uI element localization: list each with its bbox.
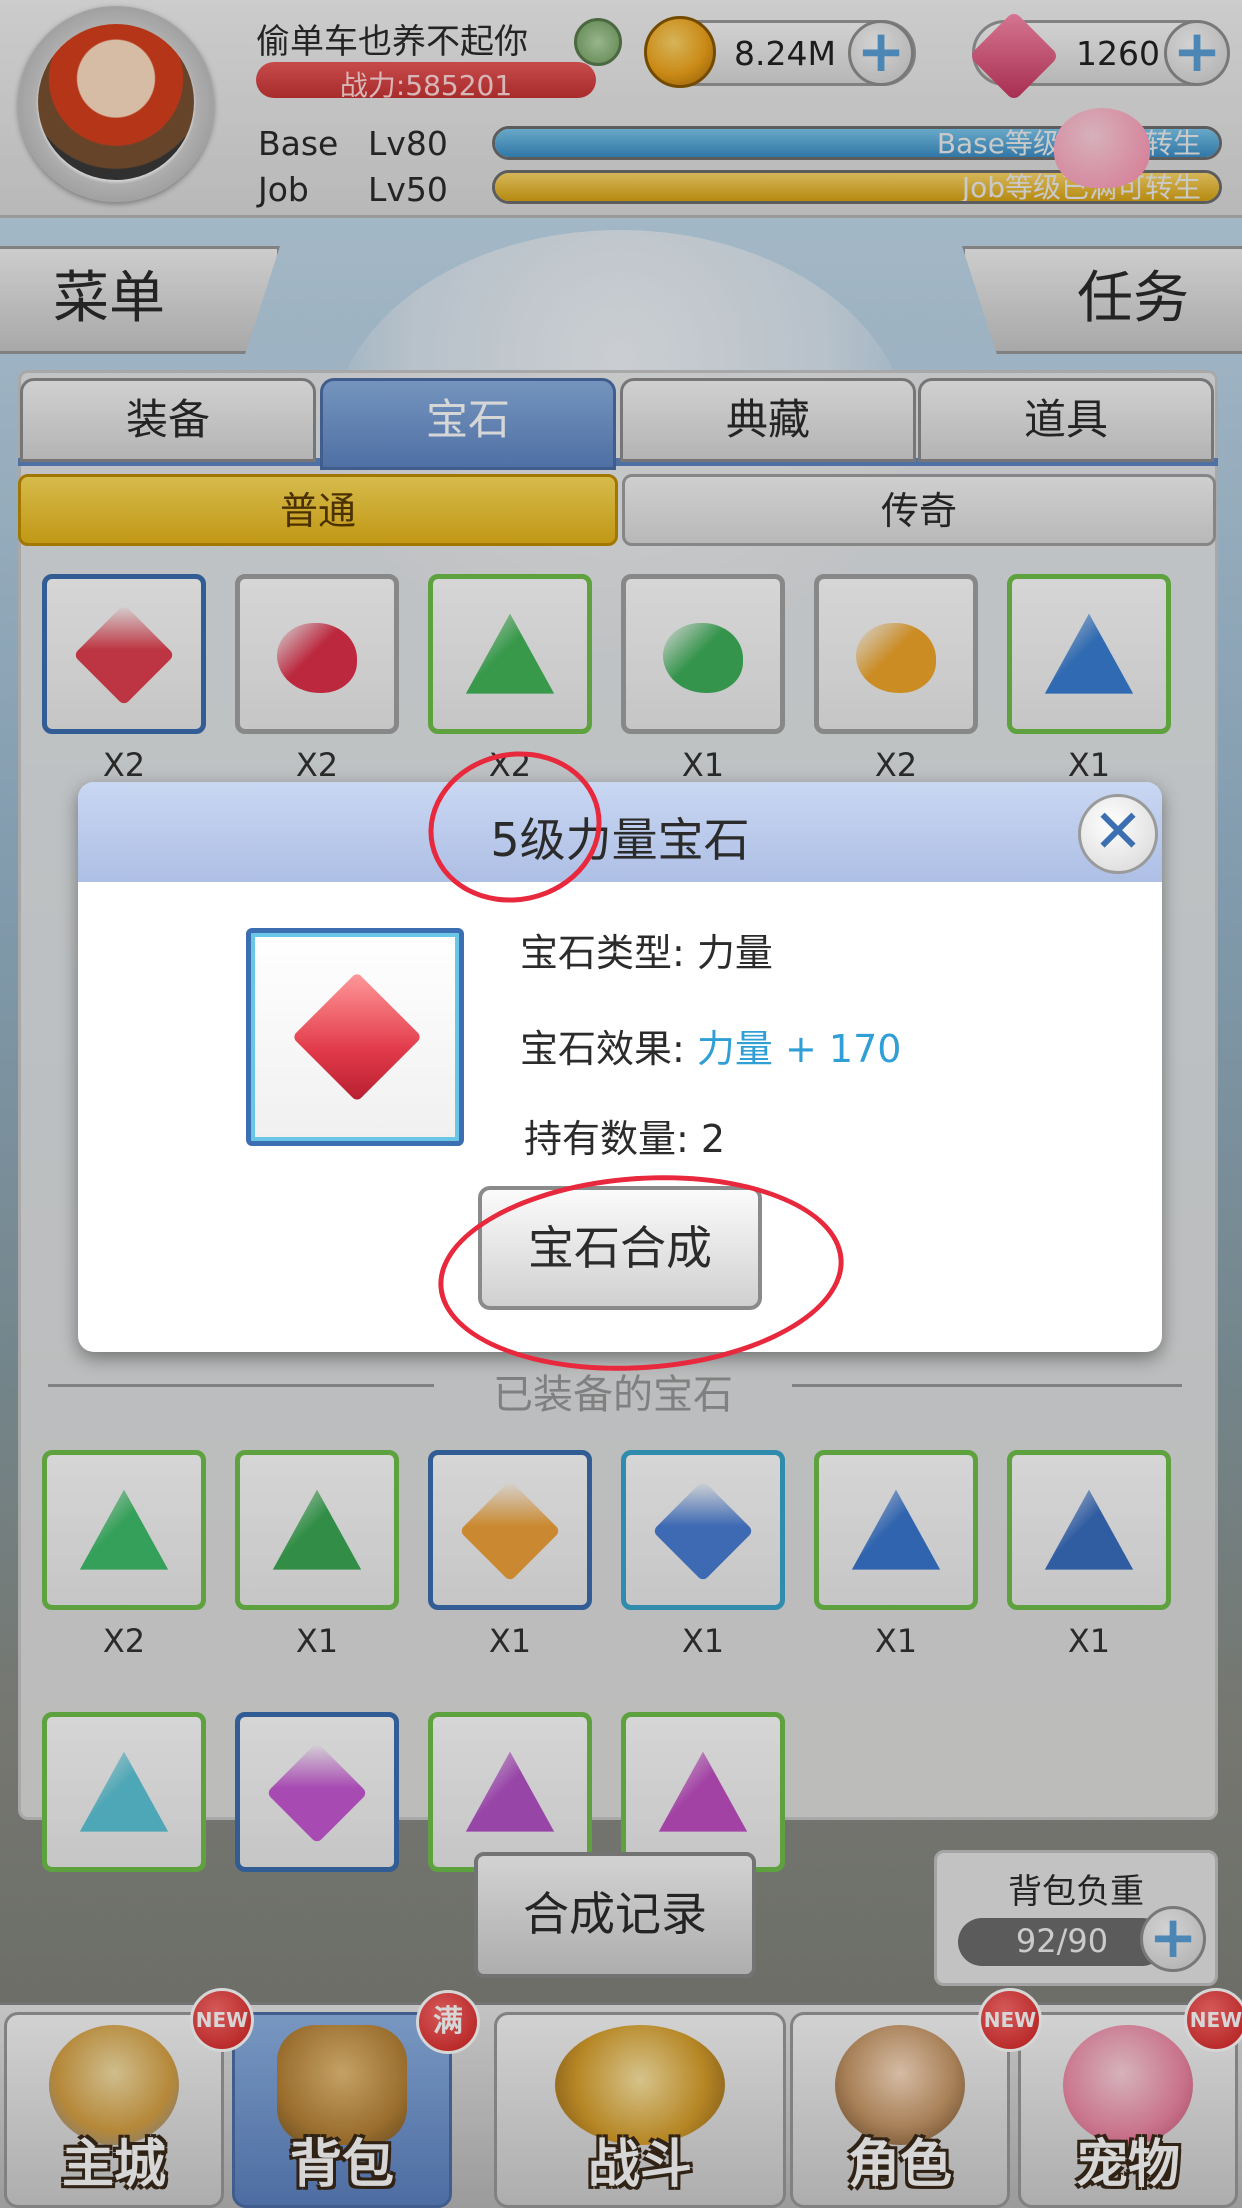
gem-preview-slot	[246, 928, 464, 1146]
gem-type-row: 宝石类型: 力量	[520, 922, 773, 977]
gem-effect-row: 宝石效果: 力量 + 170	[520, 1018, 901, 1073]
gem-effect-label: 宝石效果:	[520, 1027, 685, 1071]
strength-gem-icon	[291, 971, 423, 1103]
dialog-title: 5级力量宝石	[490, 813, 750, 867]
gem-effect-value: 力量 + 170	[696, 1027, 902, 1071]
close-icon[interactable]: ✕	[1078, 794, 1158, 874]
gem-count-row: 持有数量: 2	[524, 1108, 725, 1163]
gem-type-value: 力量	[696, 931, 773, 975]
gem-type-label: 宝石类型:	[520, 931, 685, 975]
gem-count-label: 持有数量:	[524, 1117, 689, 1161]
gem-count-value: 2	[700, 1117, 726, 1161]
